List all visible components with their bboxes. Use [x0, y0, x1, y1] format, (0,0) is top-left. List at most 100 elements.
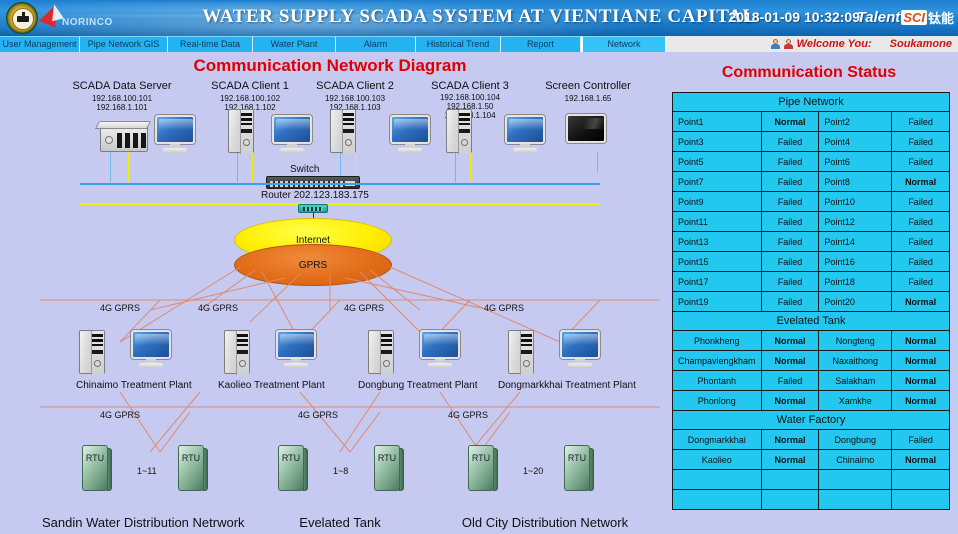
status-state-badge: Failed [891, 151, 950, 172]
status-state-badge: Normal [760, 330, 820, 351]
nav-tab-report[interactable]: Report [501, 36, 581, 52]
status-state-badge: Normal [760, 111, 820, 132]
status-point-name [672, 489, 762, 510]
router-label: Router 202.123.183.175 [261, 190, 369, 201]
tower-icon-plant-2 [224, 330, 250, 375]
status-point-name: Dongbung [818, 429, 893, 450]
nav-tab-user-management[interactable]: User Management [0, 36, 80, 52]
status-section-title: Evelated Tank [672, 311, 950, 331]
brand-text-cjk: 钛能 [927, 10, 954, 26]
status-row: Point5 Failed Point6 Failed [672, 151, 950, 172]
status-state-badge: Failed [760, 291, 820, 312]
gprs-label-plant-4: 4G GPRS [484, 303, 525, 313]
nav-tab-water-plant[interactable]: Water Plant [253, 36, 336, 52]
nav-tab-historical-trend[interactable]: Historical Trend [416, 36, 501, 52]
plant-label-dongbung: Dongbung Treatment Plant [358, 380, 478, 391]
nav-tab-pipe-network-gis[interactable]: Pipe Network GIS [80, 36, 168, 52]
plant-label-kaolieo: Kaolieo Treatment Plant [218, 380, 325, 391]
monitor-icon-client-1 [272, 115, 312, 153]
status-section-header: Water Factory [672, 410, 950, 430]
status-point-name: Point10 [818, 191, 893, 212]
status-row: Point19 Failed Point20 Normal [672, 291, 950, 312]
nav-tab-real-time-data[interactable]: Real-time Data [168, 36, 253, 52]
status-point-name: Champaviengkham [672, 350, 762, 371]
rtu-label: RTU [281, 453, 301, 463]
status-row: Point9 Failed Point10 Failed [672, 191, 950, 212]
status-state-badge: Normal [760, 449, 820, 470]
welcome-area: Welcome You: Soukamone [770, 36, 952, 52]
status-section-title: Water Factory [672, 410, 950, 430]
status-row [672, 489, 950, 510]
datetime-display: 2018-01-09 10:32:09 [728, 9, 860, 25]
status-state-badge: Failed [760, 151, 820, 172]
status-state-badge: Normal [760, 350, 820, 371]
user-icon [770, 39, 780, 49]
monitor-icon-data-server [155, 115, 195, 153]
status-point-name: Point1 [672, 111, 762, 132]
status-state-badge: Failed [760, 251, 820, 272]
status-state-badge: Normal [891, 449, 950, 470]
rtu-icon-2b: RTU [374, 445, 404, 491]
monitor-icon-screen-controller [566, 114, 606, 152]
status-point-name: Point8 [818, 171, 893, 192]
status-state-badge: Failed [760, 231, 820, 252]
status-point-name: Point6 [818, 151, 893, 172]
node-ip-addresses: 192.168.1.65 [564, 94, 612, 103]
rtu-range-label-2: 1~8 [333, 466, 349, 476]
rtu-range-label-1: 1~11 [137, 466, 157, 476]
monitor-icon-client-2 [390, 115, 430, 153]
status-state-badge: Failed [891, 211, 950, 232]
status-row: Point1 Normal Point2 Failed [672, 111, 950, 132]
status-row [672, 469, 950, 490]
status-row: Phontanh Failed Salakham Normal [672, 370, 950, 391]
plant-label-chinaimo: Chinaimo Treatment Plant [76, 380, 192, 391]
nav-tab-network[interactable]: Network [581, 36, 667, 52]
tower-icon-client-2 [330, 109, 356, 154]
monitor-icon-plant-2 [276, 330, 316, 368]
rtu-icon-2a: RTU [278, 445, 308, 491]
monitor-icon-client-3 [505, 115, 545, 153]
status-point-name: Point14 [818, 231, 893, 252]
status-state-badge: Failed [760, 271, 820, 292]
status-point-name: Point16 [818, 251, 893, 272]
status-point-name: Point2 [818, 111, 893, 132]
status-point-name: Point15 [672, 251, 762, 272]
nav-tab-alarm[interactable]: Alarm [336, 36, 416, 52]
secondary-bus-line [80, 203, 600, 205]
rtu-label: RTU [181, 453, 201, 463]
status-row: Point13 Failed Point14 Failed [672, 231, 950, 252]
cable-client3-lan [455, 152, 456, 182]
tower-icon-client-1 [228, 109, 254, 154]
status-point-name: Xamkhe [818, 390, 893, 411]
status-state-badge: Failed [760, 191, 820, 212]
status-section-title: Pipe Network [672, 92, 950, 112]
gprs-label-rtu-1: 4G GPRS [100, 410, 141, 420]
gprs-label-rtu-3: 4G GPRS [448, 410, 489, 420]
status-point-name [818, 489, 893, 510]
monitor-icon-plant-1 [131, 330, 171, 368]
status-point-name: Point11 [672, 211, 762, 232]
status-state-badge: Failed [891, 111, 950, 132]
rtu-label: RTU [567, 453, 587, 463]
rtu-icon-3b: RTU [564, 445, 594, 491]
status-state-badge: Failed [891, 251, 950, 272]
status-state-badge [760, 469, 820, 490]
tower-icon-client-3 [446, 109, 472, 154]
cable-client3-bus [470, 152, 471, 182]
status-section-header: Pipe Network [672, 92, 950, 112]
status-point-name [672, 469, 762, 490]
status-state-badge: Normal [760, 429, 820, 450]
talent-sci-brand-logo: Talent SCI 钛能 [857, 6, 954, 28]
brand-text-primary: Talent [856, 8, 901, 26]
status-row: Point3 Failed Point4 Failed [672, 131, 950, 152]
gprs-label-plant-3: 4G GPRS [344, 303, 385, 313]
rtu-group-caption-2: Evelated Tank [299, 515, 381, 530]
status-state-badge: Normal [891, 291, 950, 312]
status-row: Point15 Failed Point16 Failed [672, 251, 950, 272]
communication-status-table: Pipe Network Point1 Normal Point2 Failed Poin… [672, 92, 950, 510]
status-point-name: Point9 [672, 191, 762, 212]
plant-label-dongmarkkhai: Dongmarkkhai Treatment Plant [498, 380, 636, 391]
status-row: Point7 Failed Point8 Normal [672, 171, 950, 192]
status-state-badge: Failed [891, 271, 950, 292]
status-point-name: Point7 [672, 171, 762, 192]
